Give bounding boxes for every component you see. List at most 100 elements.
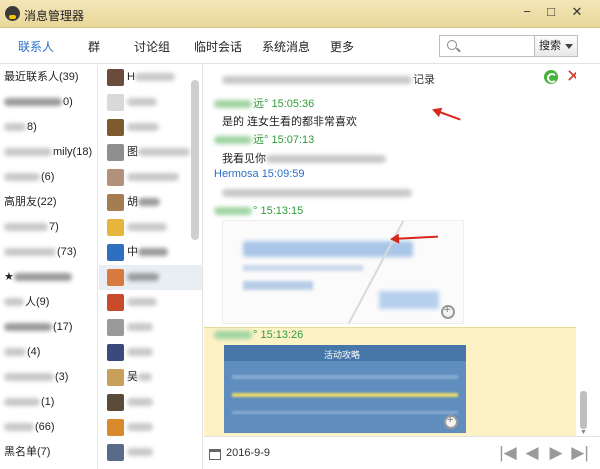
contact-item[interactable] (99, 215, 202, 240)
contact-item[interactable] (99, 115, 202, 140)
blurred-text (214, 100, 252, 109)
blurred-text (4, 148, 52, 157)
avatar (107, 194, 124, 211)
contact-item[interactable]: 胡 (99, 190, 202, 215)
date-label: 2016-9-9 (226, 447, 271, 459)
tab-discussion[interactable]: 讨论组 (134, 38, 170, 55)
blurred-text (4, 248, 56, 257)
group-item[interactable]: (3) (0, 365, 97, 390)
contact-list-scrollbar[interactable] (191, 80, 199, 240)
next-page-button[interactable]: ▶ (546, 443, 566, 463)
message-sender: 远° 15:05:36 (214, 95, 314, 111)
blurred-text (214, 136, 252, 145)
blurred-text (4, 398, 40, 407)
blurred-text (4, 373, 54, 382)
group-item[interactable]: (4) (0, 340, 97, 365)
blurred-text (127, 398, 153, 407)
blurred-text (138, 148, 190, 157)
contact-item[interactable] (99, 315, 202, 340)
contact-item[interactable]: H (99, 65, 202, 90)
blurred-text (4, 223, 48, 232)
group-item[interactable]: 人(9) (0, 290, 97, 315)
tab-system-messages[interactable]: 系统消息 (262, 38, 310, 55)
blurred-text (127, 348, 153, 357)
group-item[interactable]: (17) (0, 315, 97, 340)
avatar (107, 294, 124, 311)
scrollbar-thumb[interactable] (580, 391, 587, 429)
tab-temp-session[interactable]: 临时会话 (194, 38, 242, 55)
message-text: 我看见你 (222, 150, 387, 166)
blurred-text (127, 273, 159, 282)
minimize-button[interactable]: − (516, 2, 538, 22)
contact-item[interactable] (99, 415, 202, 440)
close-button[interactable]: ✕ (566, 2, 588, 22)
contact-item[interactable] (99, 340, 202, 365)
blurred-text (127, 423, 153, 432)
message-sender: Hermosa 15:09:59 (214, 168, 305, 180)
blurred-text (4, 298, 24, 307)
contact-item[interactable]: 吴 (99, 365, 202, 390)
avatar (107, 219, 124, 236)
group-item[interactable]: 8) (0, 115, 97, 140)
message-scrollbar[interactable]: ▼ (576, 65, 600, 436)
first-page-button[interactable]: |◀ (498, 443, 518, 463)
chevron-down-icon[interactable] (565, 44, 573, 49)
avatar (107, 344, 124, 361)
contact-item[interactable] (99, 165, 202, 190)
message-sender: ° 15:13:26 (214, 329, 303, 341)
blurred-text (4, 423, 34, 432)
contact-item[interactable] (99, 440, 202, 465)
group-item[interactable]: mily(18) (0, 140, 97, 165)
group-item[interactable]: 高朋友(22) (0, 190, 97, 215)
group-item[interactable]: ★ (0, 265, 97, 290)
search-button[interactable]: 搜索 (535, 35, 578, 57)
group-item[interactable]: (1) (0, 390, 97, 415)
calendar-icon[interactable] (209, 449, 221, 460)
maximize-button[interactable]: □ (540, 2, 562, 22)
search-icon (447, 40, 457, 50)
contact-item[interactable]: 图 (99, 140, 202, 165)
blurred-text (127, 98, 157, 107)
blurred-text (4, 323, 52, 332)
avatar (107, 119, 124, 136)
message-image[interactable]: 活动攻略 (224, 345, 466, 433)
message-text: 是的 连女生看的都非常喜欢 (222, 116, 358, 128)
last-page-button[interactable]: ▶| (570, 443, 590, 463)
blurred-text (138, 373, 152, 382)
zoom-in-icon[interactable] (441, 304, 455, 319)
blurred-text (127, 173, 179, 182)
group-item[interactable]: (66) (0, 415, 97, 440)
scroll-down-icon[interactable]: ▼ (580, 429, 587, 436)
message-history: 记录 ✕ 远° 15:05:36 是的 连女生看的都非常喜欢 远° 15:07:… (204, 65, 600, 436)
group-item[interactable]: (73) (0, 240, 97, 265)
blurred-text (4, 173, 40, 182)
blurred-text (214, 331, 252, 340)
group-item[interactable]: 0) (0, 90, 97, 115)
tab-contacts[interactable]: 联系人 (18, 38, 54, 55)
window-title: 消息管理器 (24, 9, 85, 23)
contact-item[interactable] (99, 90, 202, 115)
contact-item[interactable]: 中 (99, 240, 202, 265)
prev-page-button[interactable]: ◀ (522, 443, 542, 463)
tab-groups[interactable]: 群 (88, 38, 100, 55)
message-sender: ° 15:13:15 (214, 205, 303, 217)
blurred-text (127, 448, 153, 457)
contact-item[interactable] (99, 390, 202, 415)
zoom-in-icon[interactable] (444, 414, 458, 429)
message-text (222, 187, 413, 199)
qq-app-icon (5, 6, 20, 21)
tab-more[interactable]: 更多 (330, 38, 354, 55)
group-item-recent[interactable]: 最近联系人(39) (0, 65, 97, 90)
bottom-bar: 2016-9-9 |◀ ◀ ▶ ▶| (204, 436, 600, 469)
group-item[interactable]: (6) (0, 165, 97, 190)
refresh-icon[interactable] (544, 70, 558, 84)
group-item-blacklist[interactable]: 黑名单(7) (0, 440, 97, 465)
group-item[interactable]: 7) (0, 215, 97, 240)
blurred-text (4, 348, 26, 357)
blurred-text (4, 123, 26, 132)
contact-item-selected[interactable] (99, 265, 202, 290)
contact-item[interactable] (99, 290, 202, 315)
blurred-text (134, 73, 175, 82)
blurred-text (127, 298, 157, 307)
search-input[interactable] (462, 38, 532, 54)
